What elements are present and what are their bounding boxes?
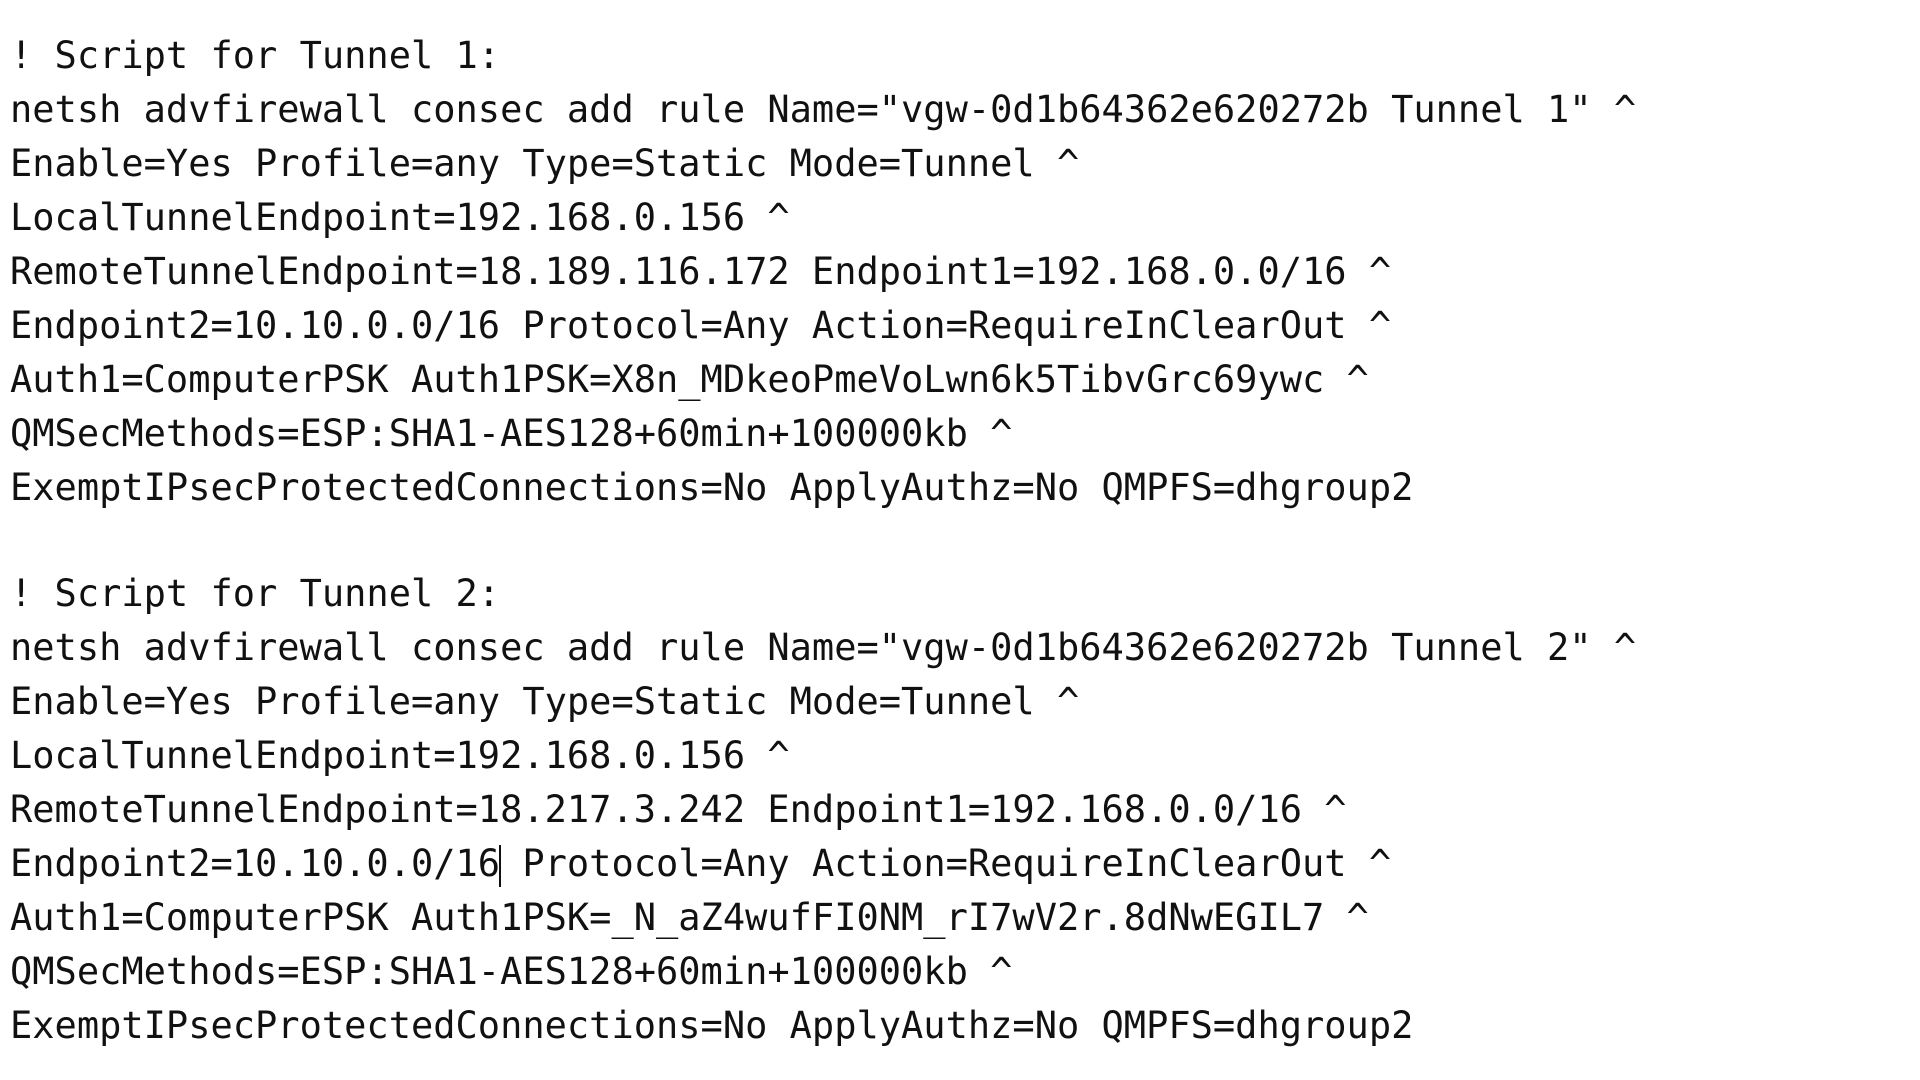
tunnel-2-qmsec-line: QMSecMethods=ESP:SHA1-AES128+60min+10000… [10, 950, 1013, 993]
text-editor[interactable]: ! Script for Tunnel 1: netsh advfirewall… [0, 0, 1920, 1080]
tunnel-2-script: ! Script for Tunnel 2: netsh advfirewall… [10, 567, 1636, 1053]
tunnel-2-endpoint2-before-caret: Endpoint2=10.10.0.0/16 [10, 842, 501, 885]
tunnel-2-auth-line: Auth1=ComputerPSK Auth1PSK=_N_aZ4wufFI0N… [10, 896, 1369, 939]
tunnel-1-script: ! Script for Tunnel 1: netsh advfirewall… [10, 29, 1636, 515]
tunnel-2-exempt-line: ExemptIPsecProtectedConnections=No Apply… [10, 1004, 1414, 1047]
tunnel-2-endpoint2-after-caret: Protocol=Any Action=RequireInClearOut ^ [500, 842, 1392, 885]
tunnel-1-enable-line: Enable=Yes Profile=any Type=Static Mode=… [10, 142, 1080, 185]
tunnel-1-auth-line: Auth1=ComputerPSK Auth1PSK=X8n_MDkeoPmeV… [10, 358, 1369, 401]
tunnel-1-netsh-command: netsh advfirewall consec add rule Name="… [10, 88, 1637, 131]
tunnel-1-qmsec-line: QMSecMethods=ESP:SHA1-AES128+60min+10000… [10, 412, 1013, 455]
tunnel-2-endpoint2-line: Endpoint2=10.10.0.0/16 Protocol=Any Acti… [10, 837, 1636, 891]
tunnel-2-remote-endpoint-line: RemoteTunnelEndpoint=18.217.3.242 Endpoi… [10, 788, 1347, 831]
tunnel-1-remote-endpoint-line: RemoteTunnelEndpoint=18.189.116.172 Endp… [10, 250, 1392, 293]
tunnel-1-exempt-line: ExemptIPsecProtectedConnections=No Apply… [10, 466, 1414, 509]
tunnel-1-comment: ! Script for Tunnel 1: [10, 34, 501, 77]
tunnel-2-local-endpoint-line: LocalTunnelEndpoint=192.168.0.156 ^ [10, 734, 790, 777]
tunnel-1-local-endpoint-line: LocalTunnelEndpoint=192.168.0.156 ^ [10, 196, 790, 239]
tunnel-2-enable-line: Enable=Yes Profile=any Type=Static Mode=… [10, 680, 1080, 723]
tunnel-2-netsh-command: netsh advfirewall consec add rule Name="… [10, 626, 1637, 669]
tunnel-1-endpoint2-line: Endpoint2=10.10.0.0/16 Protocol=Any Acti… [10, 304, 1392, 347]
tunnel-2-comment: ! Script for Tunnel 2: [10, 572, 501, 615]
